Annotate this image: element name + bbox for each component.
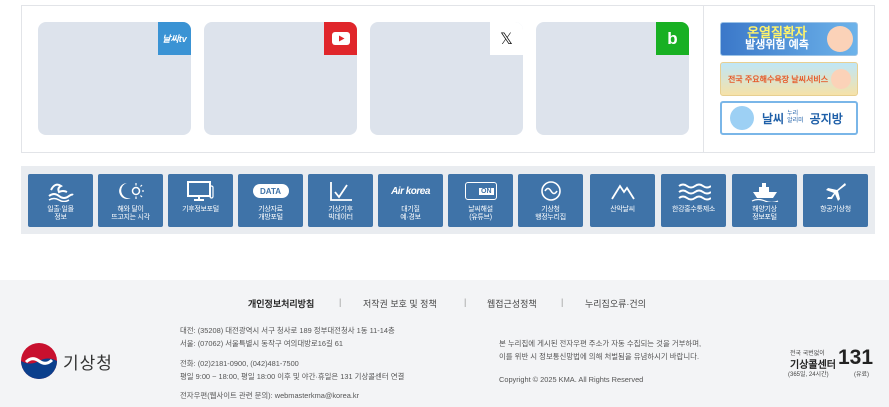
- quick-link-label: 기상자료 개방포털: [258, 206, 283, 221]
- airplane-icon: [824, 178, 848, 204]
- beach-character-icon: [831, 69, 851, 89]
- footer-email: 전자우편(웹사이트 관련 문의): webmasterkma@korea.kr: [180, 391, 360, 400]
- airkorea-icon: Air korea: [391, 178, 430, 204]
- quick-link-label: 대기질 예·경보: [400, 206, 421, 221]
- footer-phone: 전화: (02)2181-0900, (042)481-7500: [180, 359, 299, 368]
- quick-link-marine[interactable]: 해양기상 정보포털: [732, 174, 797, 227]
- quick-link-youtube-weather[interactable]: ON 날씨해설 (유튜브): [448, 174, 513, 227]
- quick-link-climate-portal[interactable]: 기후정보포털: [168, 174, 233, 227]
- mountain-icon: [610, 178, 636, 204]
- tv-on-text: ON: [479, 187, 494, 195]
- page-root: 날씨tv 𝕏 b 온열질환자 발생위험 예측 전국 주요해수욕장 날씨서비스 날…: [0, 0, 889, 407]
- swirl-icon: [540, 178, 562, 204]
- quick-link-label: 기후정보포털: [182, 206, 219, 213]
- quick-link-data-portal[interactable]: DATA 기상자료 개방포털: [238, 174, 303, 227]
- tv-on-icon: ON: [464, 178, 497, 204]
- footer: 개인정보처리방침 | 저작권 보호 및 정책 | 웹접근성정책 | 누리집오류·…: [0, 280, 889, 407]
- banner-line1: 전국 주요해수욕장 날씨서비스: [727, 74, 829, 84]
- youtube-icon: [324, 22, 357, 55]
- quick-link-kma-admin[interactable]: 기상청 행정누리집: [518, 174, 583, 227]
- monitor-icon: [186, 178, 216, 204]
- footer-notice-2: 이를 위반 시 정보통신망법에 의해 처벌됨을 유념하시기 바랍니다.: [499, 352, 700, 361]
- quick-link-label: 일출·일몰 정보: [47, 206, 74, 221]
- banner-line1: 온열질환자: [747, 25, 807, 40]
- quick-link-label: 기상청 행정누리집: [535, 206, 566, 221]
- tv-frame: ON: [464, 182, 497, 200]
- banner-text-wrap: 온열질환자 발생위험 예측: [721, 26, 827, 52]
- panel-divider: [703, 6, 704, 152]
- weather-notice-banner[interactable]: 날씨 누리 알리미 공지방: [720, 101, 858, 135]
- footer-link-privacy[interactable]: 개인정보처리방침: [248, 297, 314, 310]
- quick-link-aviation[interactable]: 항공기상청: [803, 174, 868, 227]
- call-center-paid: (유료): [854, 372, 870, 378]
- quick-link-bigdata[interactable]: 기상기후 빅데이터: [308, 174, 373, 227]
- quick-link-airkorea[interactable]: Air korea 대기질 예·경보: [378, 174, 443, 227]
- quick-link-label: 해와 달이 뜨고지는 시각: [111, 206, 150, 221]
- quick-link-hanriver-flood[interactable]: 한강홍수통제소: [661, 174, 726, 227]
- kma-logo-text: 기상청: [63, 353, 113, 373]
- sns-card-blog[interactable]: b: [536, 22, 689, 135]
- river-icon: [677, 178, 711, 204]
- footer-address-daejeon: 대전: (35208) 대전광역시 서구 청사로 189 정부대전청사 1동 1…: [180, 326, 395, 335]
- quick-link-label: 기상기후 빅데이터: [328, 206, 353, 221]
- quick-link-label: 날씨해설 (유튜브): [468, 206, 493, 221]
- footer-link-copyright[interactable]: 저작권 보호 및 정책: [363, 297, 437, 310]
- sns-card-youtube[interactable]: [204, 22, 357, 135]
- quick-link-mountain[interactable]: 산악날씨: [590, 174, 655, 227]
- footer-link-accessibility[interactable]: 웹접근성정책: [487, 297, 537, 310]
- footer-nav-separator: |: [561, 297, 564, 307]
- quick-link-label: 항공기상청: [820, 206, 851, 213]
- notice-character-icon: [730, 106, 754, 130]
- kma-logo[interactable]: 기상청: [20, 342, 113, 380]
- banner-small-text: 누리 알리미: [787, 111, 804, 124]
- quick-links-bar: 일출·일몰 정보 해와 달이 뜨고지는 시각 기후정보포털 DATA 기상자료 …: [21, 166, 875, 234]
- sns-panel: 날씨tv 𝕏 b 온열질환자 발생위험 예측 전국 주요해수욕장 날씨서비스 날…: [21, 5, 875, 153]
- quick-link-label: 한강홍수통제소: [672, 206, 715, 213]
- quick-link-sunrise[interactable]: 일출·일몰 정보: [28, 174, 93, 227]
- footer-address-seoul: 서울: (07062) 서울특별시 동작구 여의대방로16길 61: [180, 339, 344, 348]
- quick-link-label: 해양기상 정보포털: [752, 206, 777, 221]
- banner-notice-word: 공지방: [809, 111, 843, 126]
- sns-card-weather-tv[interactable]: 날씨tv: [38, 22, 191, 135]
- kma-emblem-icon: [21, 343, 57, 379]
- quick-link-label: 산악날씨: [610, 206, 635, 213]
- footer-copyright: Copyright © 2025 KMA. All Rights Reserve…: [499, 375, 644, 384]
- call-center-info: 전국 국번없이 기상콜센터 131 (365일, 24시간) (유료): [788, 346, 878, 378]
- weather-tv-icon: 날씨tv: [158, 22, 191, 55]
- character-icon: [827, 26, 853, 52]
- chart-icon: [328, 178, 354, 204]
- call-center-number: 131: [838, 346, 874, 369]
- x-icon: 𝕏: [490, 22, 523, 55]
- blog-icon: b: [656, 22, 689, 55]
- footer-nav-separator: |: [339, 297, 342, 307]
- heat-illness-banner[interactable]: 온열질환자 발생위험 예측: [720, 22, 858, 56]
- footer-nav-separator: |: [464, 297, 467, 307]
- footer-link-error-report[interactable]: 누리집오류·건의: [585, 297, 646, 310]
- data-icon: DATA: [252, 178, 289, 204]
- beach-weather-banner[interactable]: 전국 주요해수욕장 날씨서비스: [720, 62, 858, 96]
- sns-card-x[interactable]: 𝕏: [370, 22, 523, 135]
- quick-link-sun-moon[interactable]: 해와 달이 뜨고지는 시각: [98, 174, 163, 227]
- banner-text-wrap: 전국 주요해수욕장 날씨서비스: [721, 73, 831, 86]
- footer-nav: 개인정보처리방침 | 저작권 보호 및 정책 | 웹접근성정책 | 누리집오류·…: [0, 297, 889, 311]
- data-icon-pill: DATA: [252, 184, 289, 198]
- footer-hours: 평일 9:00 ~ 18:00, 평일 18:00 이후 및 야간·휴일은 13…: [180, 372, 405, 381]
- banner-weather-word: 날씨: [762, 111, 785, 126]
- ship-icon: [750, 178, 780, 204]
- footer-notice-1: 본 누리집에 게시된 전자우편 주소가 자동 수집되는 것을 거부하며,: [499, 339, 702, 348]
- moon-sun-icon: [117, 178, 145, 204]
- call-center-sub: (365일, 24시간): [788, 372, 829, 378]
- wave-icon: [47, 178, 75, 204]
- banner-line2: 발생위험 예측: [745, 39, 809, 51]
- airkorea-text: Air korea: [391, 185, 430, 197]
